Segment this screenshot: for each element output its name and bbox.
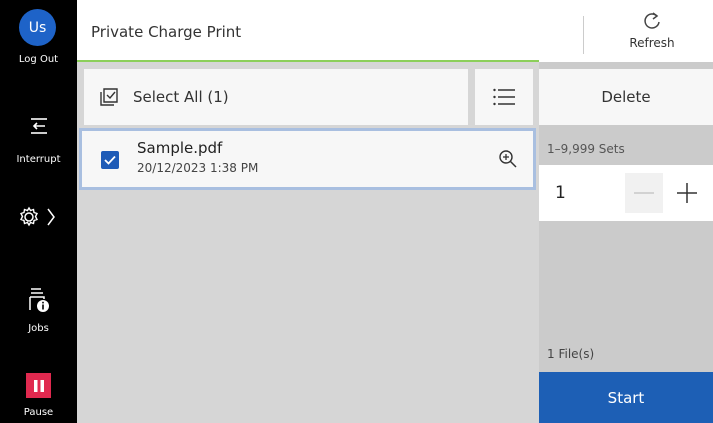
- increase-button[interactable]: [668, 173, 706, 213]
- pause-button[interactable]: [26, 373, 51, 398]
- refresh-icon: [644, 12, 660, 29]
- decrease-button[interactable]: [625, 173, 663, 213]
- avatar-initials: Us: [28, 19, 47, 36]
- select-all-button[interactable]: Select All (1): [84, 69, 468, 125]
- pause-icon: [33, 379, 44, 392]
- file-row[interactable]: Sample.pdf 20/12/2023 1:38 PM: [79, 128, 536, 190]
- preview-zoom-button[interactable]: [498, 149, 518, 173]
- list-icon: [493, 88, 515, 106]
- zoom-in-icon: [499, 150, 517, 168]
- files-count: 1 File(s): [547, 347, 595, 361]
- refresh-button[interactable]: Refresh: [607, 10, 697, 58]
- right-panel: Delete 1–9,999 Sets 1 1 File(s) Start: [539, 62, 713, 423]
- plus-icon: [677, 183, 697, 203]
- header-divider: [583, 16, 584, 54]
- minus-icon: [634, 192, 654, 194]
- refresh-label: Refresh: [629, 36, 675, 50]
- interrupt-icon[interactable]: [0, 116, 77, 138]
- file-date: 20/12/2023 1:38 PM: [137, 161, 259, 175]
- header-bar: Private Charge Print Refresh: [77, 0, 713, 62]
- user-avatar[interactable]: Us: [19, 9, 56, 46]
- jobs-label[interactable]: Jobs: [0, 323, 77, 334]
- select-all-label: Select All (1): [133, 88, 229, 106]
- quantity-value[interactable]: 1: [555, 183, 566, 203]
- quantity-range-label: 1–9,999 Sets: [547, 142, 625, 156]
- pause-label[interactable]: Pause: [0, 407, 77, 418]
- file-name: Sample.pdf: [137, 139, 223, 157]
- page-title: Private Charge Print: [91, 23, 242, 41]
- jobs-icon[interactable]: [0, 286, 77, 314]
- logout-label[interactable]: Log Out: [0, 54, 77, 65]
- delete-label: Delete: [601, 88, 651, 106]
- select-all-icon: [100, 88, 118, 106]
- gear-icon: [19, 206, 55, 227]
- left-rail: Us Log Out Interrupt Jobs Pause: [0, 0, 77, 423]
- checkmark-icon: [104, 155, 116, 165]
- start-button[interactable]: Start: [539, 372, 713, 423]
- file-list-area: Select All (1) Sample.pdf 20/12/2023 1:3…: [77, 62, 539, 423]
- quantity-stepper: 1: [539, 165, 713, 221]
- list-view-button[interactable]: [475, 69, 533, 125]
- file-checkbox[interactable]: [101, 151, 119, 169]
- interrupt-label[interactable]: Interrupt: [0, 154, 77, 165]
- settings-button[interactable]: [0, 205, 77, 229]
- start-label: Start: [607, 388, 645, 407]
- delete-button[interactable]: Delete: [539, 69, 713, 125]
